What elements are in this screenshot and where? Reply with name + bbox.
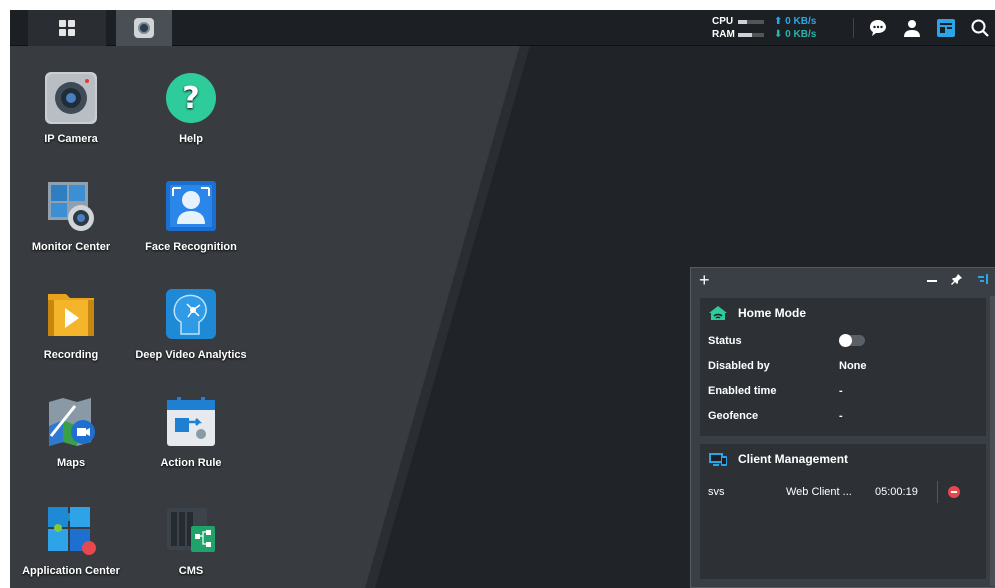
home-mode-title-text: Home Mode: [738, 306, 807, 320]
upload-rate: 0 KB/s: [785, 16, 817, 27]
ip-camera-icon: [45, 72, 97, 124]
desktop-icon-label: Maps: [56, 457, 86, 469]
desktop-icon-label: Face Recognition: [145, 241, 237, 253]
client-user: svs: [708, 486, 725, 498]
cpu-bar: [738, 19, 764, 24]
geofence-value: -: [839, 409, 843, 422]
geofence-label: Geofence: [708, 409, 759, 422]
desktop-icon-label: Help: [179, 133, 203, 145]
disabled-by-value: None: [839, 359, 867, 372]
client-row-divider: [937, 481, 938, 503]
collapse-panel-icon[interactable]: [977, 272, 989, 290]
help-icon: ?: [165, 72, 217, 124]
enabled-time-value: -: [839, 384, 843, 397]
cpu-label: CPU: [712, 16, 734, 27]
remove-client-icon[interactable]: [948, 486, 960, 498]
home-mode-toggle[interactable]: [839, 334, 865, 347]
geofence-row: Geofence -: [700, 403, 986, 428]
upload-icon: ⬆: [774, 16, 786, 27]
status-row: Status: [700, 328, 986, 353]
home-mode-title: Home Mode: [700, 298, 986, 328]
ram-bar: [738, 32, 764, 37]
download-icon: ⬇: [774, 29, 786, 40]
widgets-icon[interactable]: [935, 17, 957, 39]
widget-panel: + Home Mode Status Disabled by None Enab…: [690, 267, 995, 588]
desktop-icon-label: Deep Video Analytics: [135, 349, 247, 361]
desktop-icon-label: Application Center: [22, 565, 120, 577]
client-management-title: Client Management: [700, 444, 986, 474]
widget-header: +: [691, 268, 995, 296]
client-type: Web Client ...: [786, 486, 852, 498]
svg-text:?: ?: [182, 81, 199, 116]
desktop-icon-action-rule[interactable]: Action Rule: [132, 396, 250, 469]
resource-monitor[interactable]: CPU ⬆ 0 KB/s RAM ⬇ 0 KB/s: [712, 15, 816, 41]
taskbar-divider: [853, 18, 854, 38]
notifications-icon[interactable]: [867, 17, 889, 39]
action-rule-icon: [165, 396, 217, 448]
deep-video-analytics-icon: [165, 288, 217, 340]
desktop-icon-label: Recording: [43, 349, 99, 361]
face-recognition-icon: [165, 180, 217, 232]
client-duration: 05:00:19: [875, 486, 918, 498]
client-management-title-text: Client Management: [738, 452, 849, 466]
home-mode-card: Home Mode Status Disabled by None Enable…: [700, 298, 986, 436]
monitor-center-icon: [45, 180, 97, 232]
desktop-icon-face-recognition[interactable]: Face Recognition: [132, 180, 250, 253]
desktop-icon-label: CMS: [178, 565, 204, 577]
recording-icon: [45, 288, 97, 340]
status-label: Status: [708, 334, 742, 347]
pin-icon[interactable]: [951, 272, 963, 290]
user-icon[interactable]: [901, 17, 923, 39]
desktop-icon-ip-camera[interactable]: IP Camera: [12, 72, 130, 145]
desktop-icon-label: IP Camera: [44, 133, 98, 145]
client-management-card: Client Management svs Web Client ... 05:…: [700, 444, 986, 579]
taskbar: CPU ⬆ 0 KB/s RAM ⬇ 0 KB/s: [10, 10, 995, 46]
desktop-icon-maps[interactable]: Maps: [12, 396, 130, 469]
main-menu-icon: [59, 20, 75, 36]
add-widget-icon[interactable]: +: [699, 270, 710, 291]
cms-icon: [165, 504, 217, 556]
desktop-icon-monitor-center[interactable]: Monitor Center: [12, 180, 130, 253]
download-rate: 0 KB/s: [785, 29, 817, 40]
ram-label: RAM: [712, 29, 735, 40]
main-menu-button[interactable]: [28, 10, 106, 46]
desktop-icon-application-center[interactable]: Application Center: [12, 504, 130, 577]
disabled-by-label: Disabled by: [708, 359, 770, 372]
desktop-icon-label: Monitor Center: [31, 241, 111, 253]
disabled-by-row: Disabled by None: [700, 353, 986, 378]
widget-controls: [927, 272, 989, 290]
desktop-icon-deep-video-analytics[interactable]: Deep Video Analytics: [132, 288, 250, 361]
taskbar-tray: [867, 10, 991, 46]
desktop-icon-cms[interactable]: CMS: [132, 504, 250, 577]
taskbar-ip-camera-button[interactable]: [116, 10, 172, 46]
client-row: svs Web Client ... 05:00:19: [700, 478, 986, 506]
enabled-time-row: Enabled time -: [700, 378, 986, 403]
maps-icon: [45, 396, 97, 448]
search-icon[interactable]: [969, 17, 991, 39]
home-mode-icon: [709, 306, 727, 320]
application-center-icon: [45, 504, 97, 556]
desktop-icon-recording[interactable]: Recording: [12, 288, 130, 361]
camera-icon: [134, 18, 154, 38]
desktop-icon-help[interactable]: ? Help: [132, 72, 250, 145]
enabled-time-label: Enabled time: [708, 384, 777, 397]
client-management-icon: [709, 453, 727, 466]
widget-scrollbar[interactable]: [990, 296, 995, 586]
desktop-icon-label: Action Rule: [160, 457, 222, 469]
minimize-icon[interactable]: [927, 280, 937, 282]
